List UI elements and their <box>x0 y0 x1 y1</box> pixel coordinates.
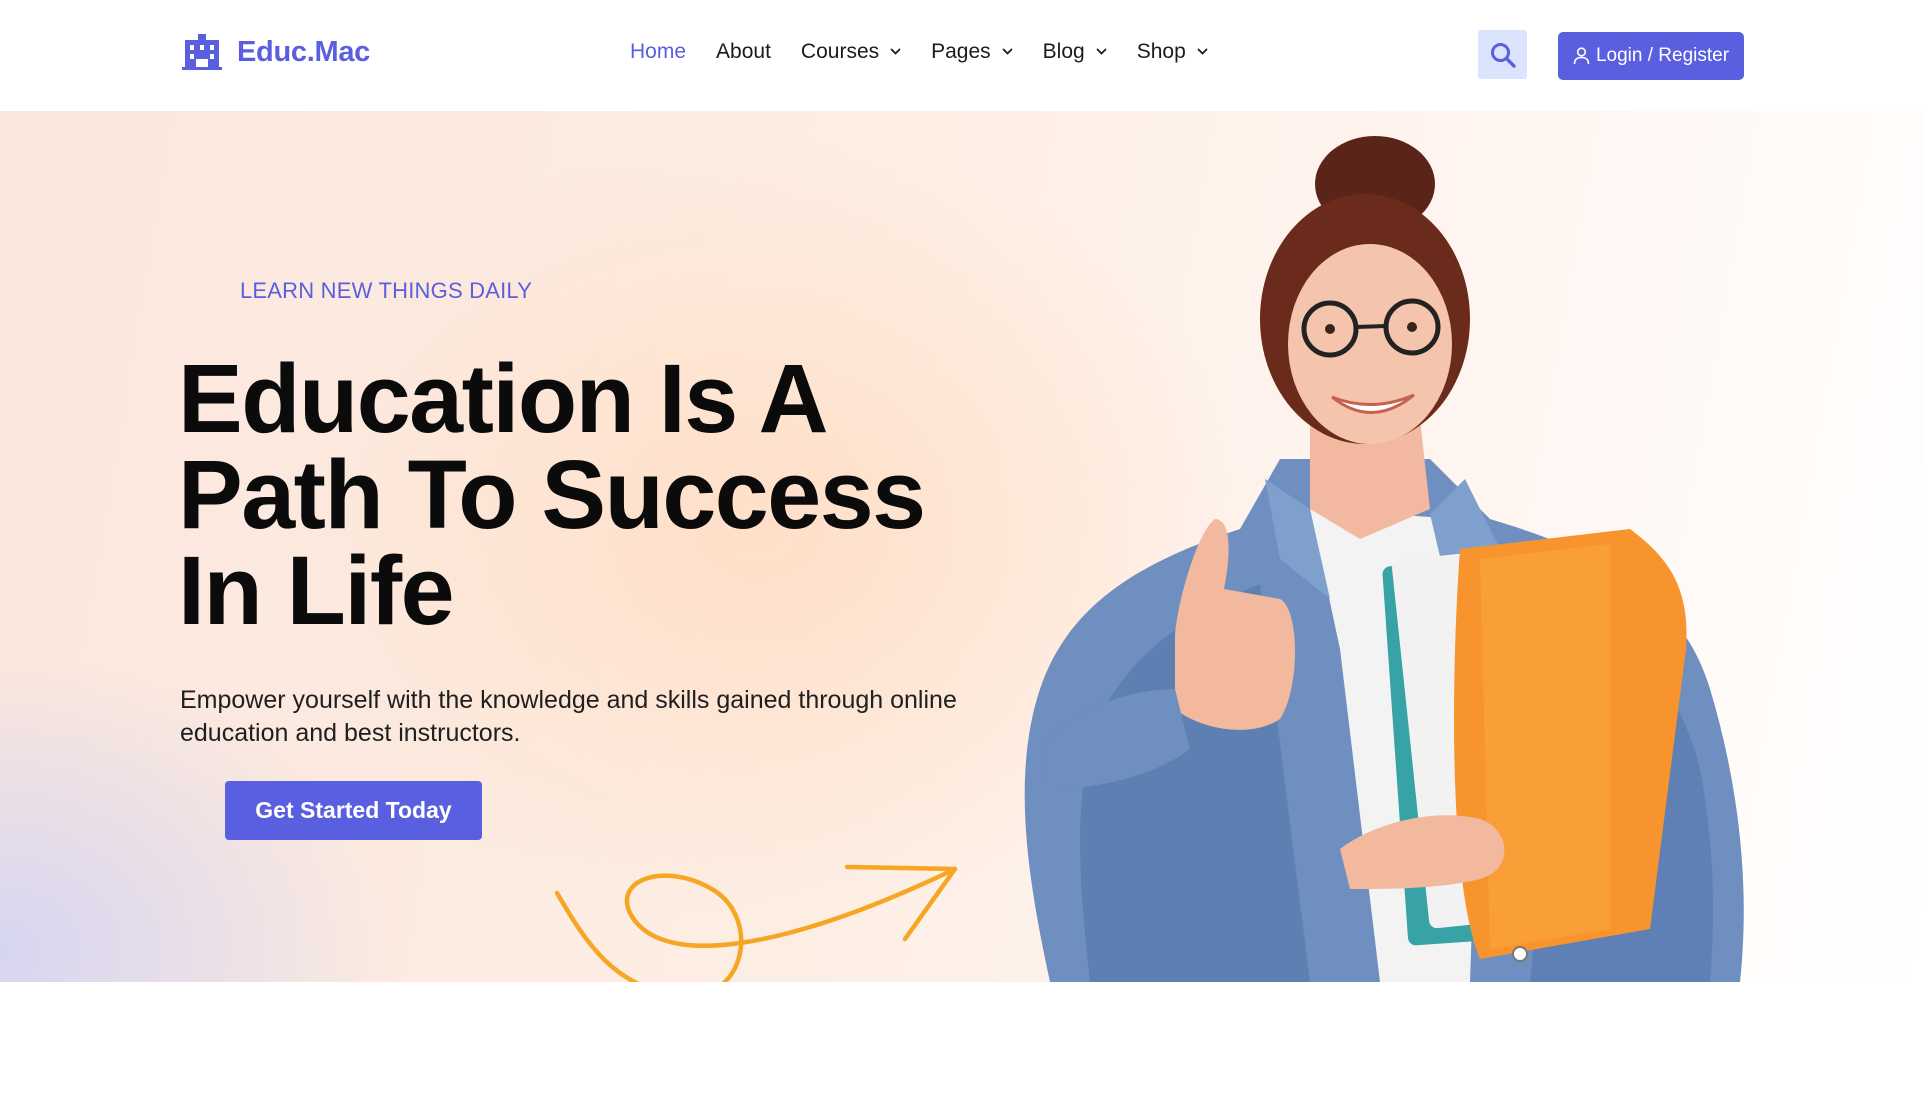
search-icon <box>1490 42 1516 68</box>
building-icon <box>182 34 222 70</box>
get-started-label: Get Started Today <box>255 797 452 823</box>
logo[interactable]: Educ.Mac <box>182 34 370 70</box>
chevron-down-icon <box>890 48 901 55</box>
search-button[interactable] <box>1478 30 1527 79</box>
chevron-down-icon <box>1197 48 1208 55</box>
site-header: Educ.Mac Home About Courses Pages Blog S… <box>0 0 1924 111</box>
nav-item-blog[interactable]: Blog <box>1043 40 1107 64</box>
below-hero-area <box>0 982 1924 1100</box>
nav-item-label: Courses <box>800 40 880 63</box>
nav-item-label: About <box>716 40 771 63</box>
brand-name: Educ.Mac <box>237 35 370 68</box>
login-register-label: Login / Register <box>1595 45 1730 66</box>
chevron-down-icon <box>1096 48 1107 55</box>
hero-section: LEARN NEW THINGS DAILY Education Is A Pa… <box>0 111 1924 982</box>
chevron-down-icon <box>1002 48 1013 55</box>
headline-line: In Life <box>178 536 455 645</box>
headline-line: Path To Success <box>178 440 926 549</box>
nav-item-shop[interactable]: Shop <box>1137 40 1208 64</box>
nav-item-pages[interactable]: Pages <box>931 40 1013 64</box>
headline-line: Education Is A <box>178 344 829 453</box>
hero-eyebrow: LEARN NEW THINGS DAILY <box>240 278 533 303</box>
hero-headline: Education Is A Path To Success In Life <box>178 344 1038 645</box>
student-image <box>1024 136 1744 982</box>
nav-item-home[interactable]: Home <box>630 40 686 64</box>
main-nav: Home About Courses Pages Blog Shop <box>630 40 1238 64</box>
nav-item-about[interactable]: About <box>716 40 771 64</box>
decorative-arrow <box>554 864 958 982</box>
nav-item-label: Blog <box>1042 40 1085 63</box>
nav-item-label: Shop <box>1136 40 1186 63</box>
nav-item-courses[interactable]: Courses <box>801 40 901 64</box>
hero-subtext: Empower yourself with the knowledge and … <box>180 686 957 747</box>
nav-item-label: Pages <box>931 40 991 63</box>
nav-item-label: Home <box>630 40 687 63</box>
login-register-button[interactable]: Login / Register <box>1558 32 1744 80</box>
get-started-button[interactable]: Get Started Today <box>225 781 482 840</box>
user-icon <box>1573 47 1590 65</box>
